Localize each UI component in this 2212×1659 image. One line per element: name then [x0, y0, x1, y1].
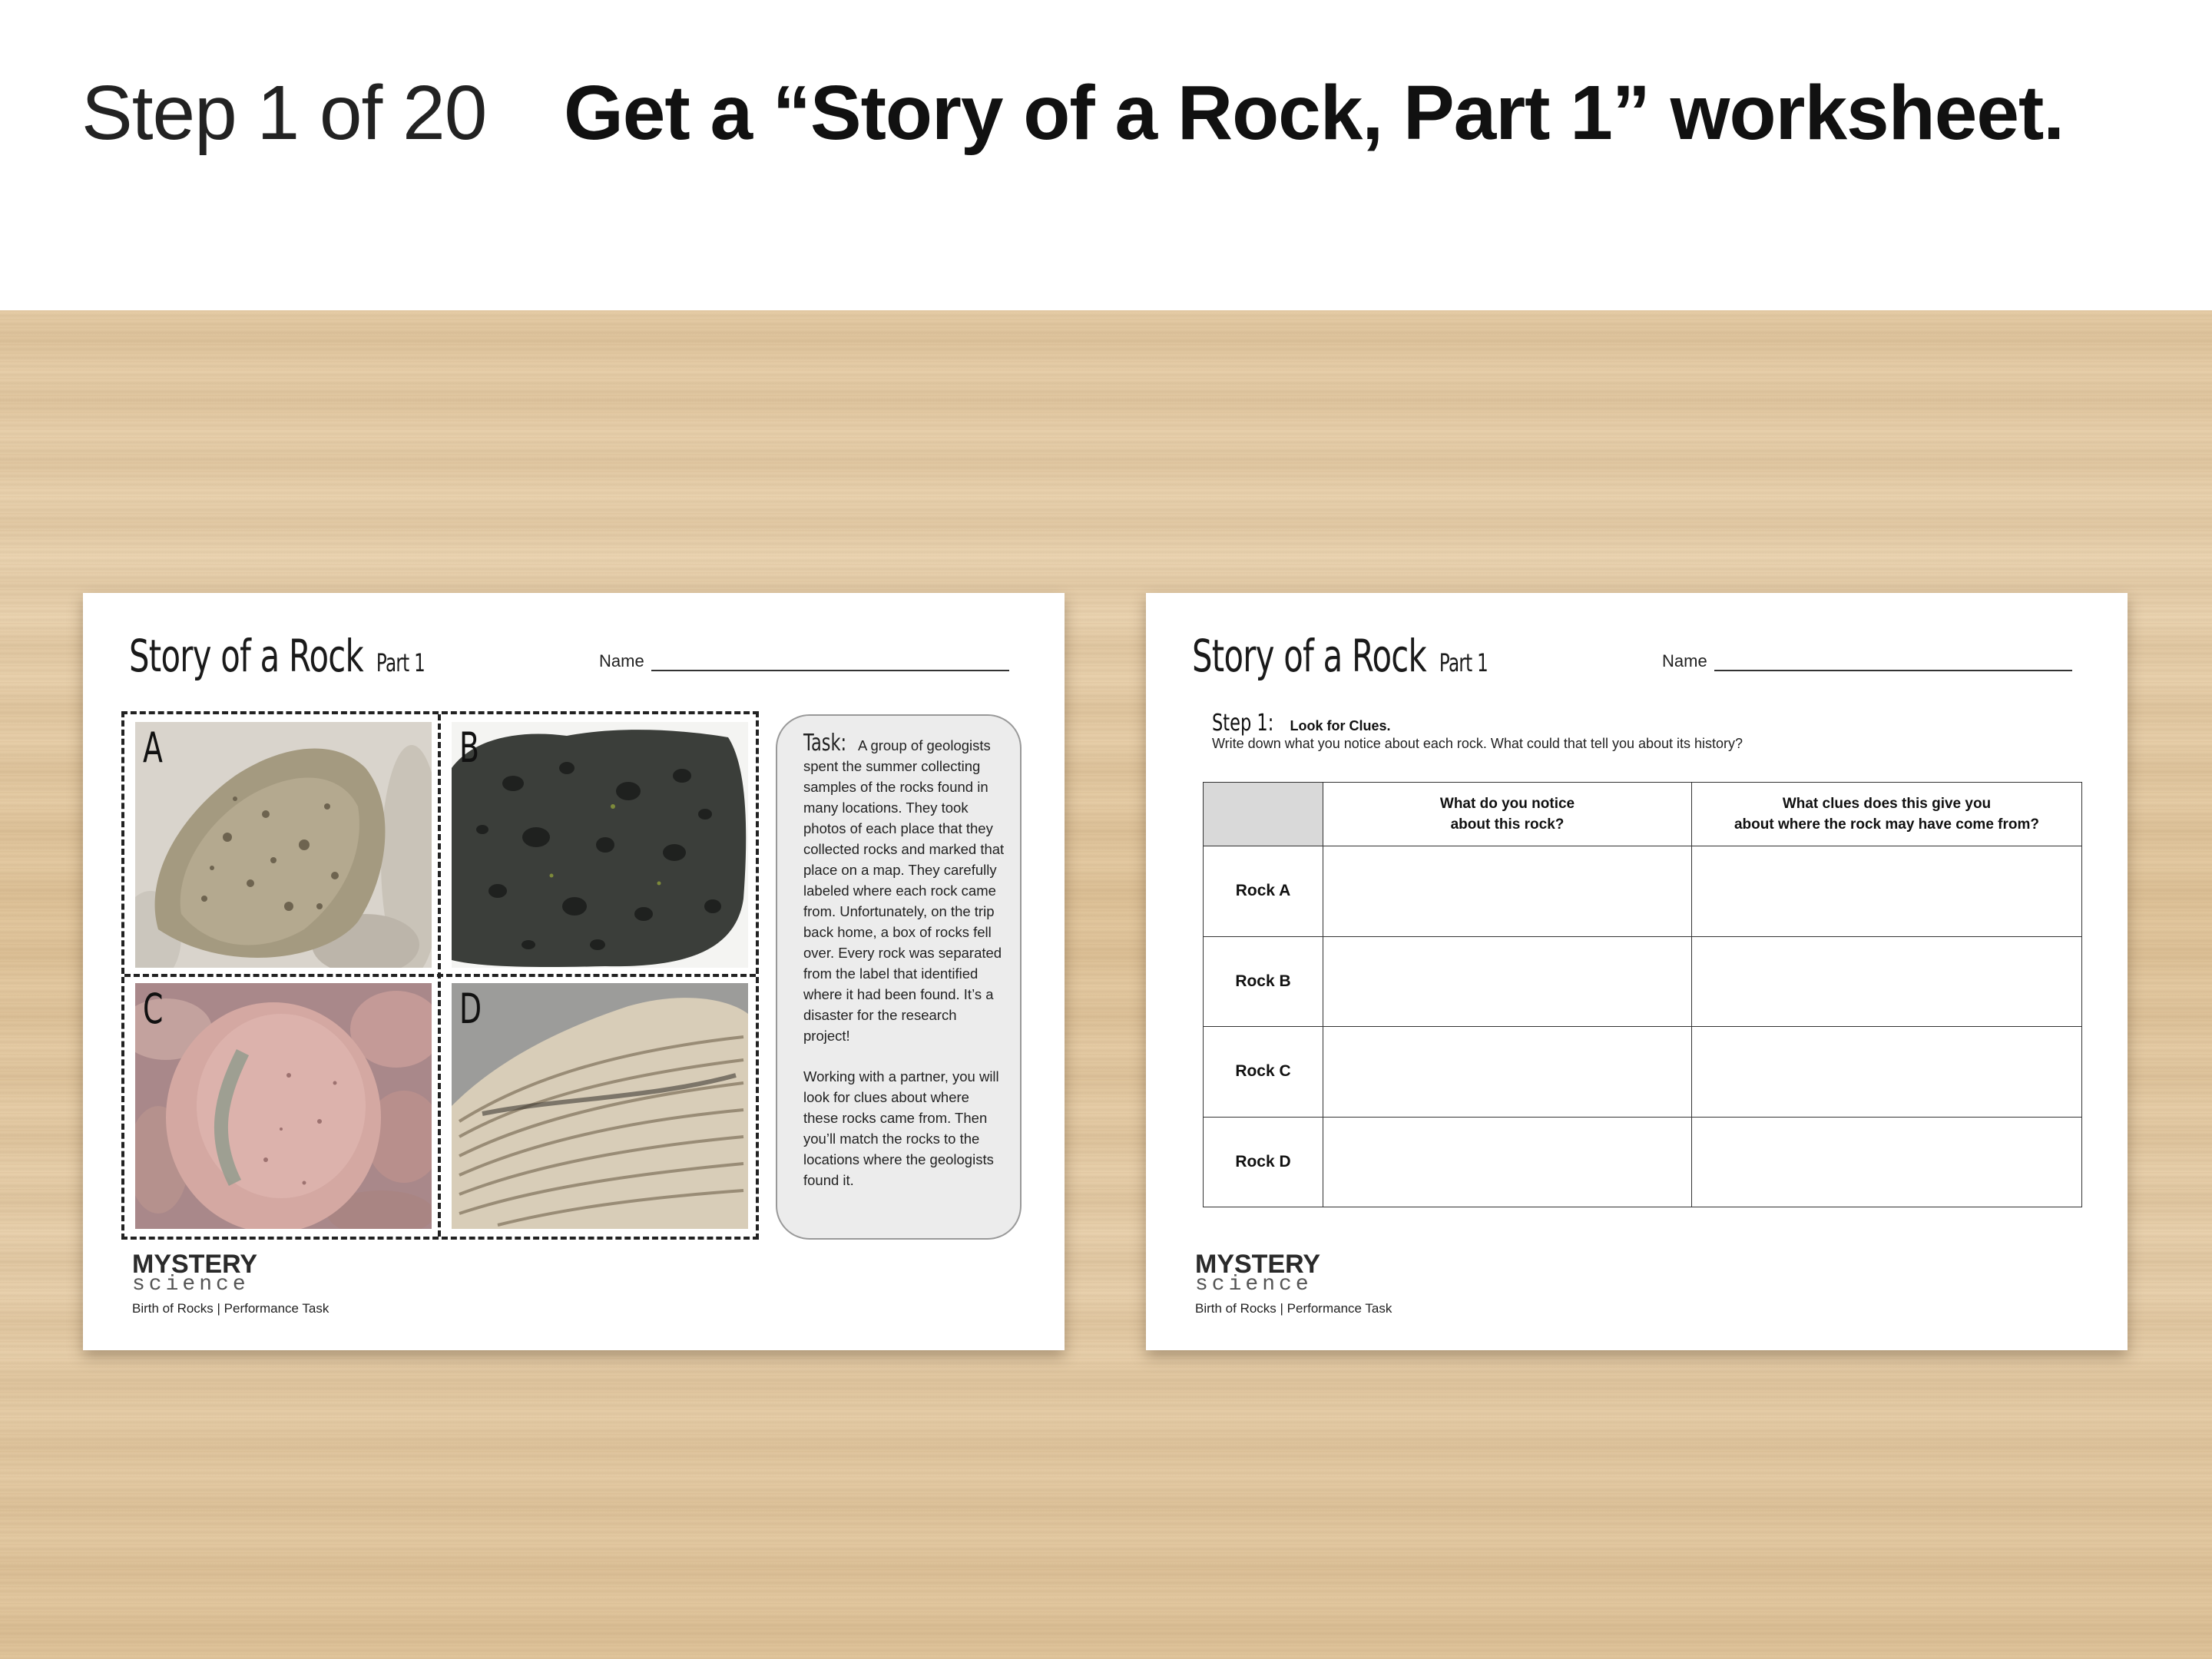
rock-cutout-grid: A B C D — [121, 711, 759, 1240]
logo-science-text: science — [132, 1273, 250, 1296]
step-title: Get a “Story of a Rock, Part 1” workshee… — [564, 70, 2065, 156]
rock-b-photo: B — [452, 722, 748, 968]
rock-letter-c: C — [143, 985, 164, 1033]
name-label: Name — [599, 651, 644, 671]
table-row: Rock C — [1203, 1026, 2082, 1118]
slide-header: Step 1 of 20 Get a “Story of a Rock, Par… — [0, 0, 2212, 310]
answer-cell — [1323, 935, 1692, 1027]
answer-cell — [1691, 846, 2082, 937]
worksheet-title-text: Story of a Rock — [1192, 630, 1427, 682]
name-line — [1714, 670, 2072, 671]
cut-line-horizontal — [124, 974, 756, 977]
column-header-clues-line2: about where the rock may have come from? — [1734, 816, 2039, 833]
worksheet-page-2: Story of a Rock Part 1 Name Step 1: Look… — [1146, 593, 2128, 1350]
task-description-box: Task: A group of geologists spent the su… — [776, 714, 1022, 1240]
task-paragraph-1: A group of geologists spent the summer c… — [803, 737, 1005, 1044]
column-header-notice-line1: What do you notice — [1439, 796, 1575, 812]
step-subheading: Look for Clues. — [1290, 718, 1391, 733]
worksheet-page-1: Story of a Rock Part 1 Name A B C D Task… — [83, 593, 1065, 1350]
answer-cell — [1691, 1116, 2082, 1207]
task-heading: Task: — [803, 730, 847, 757]
worksheet-title-part: Part 1 — [376, 648, 426, 677]
rock-d-photo: D — [452, 983, 748, 1229]
table-row: Rock B — [1203, 935, 2082, 1027]
worksheet-title-text: Story of a Rock — [129, 630, 364, 682]
logo-science-text: science — [1195, 1273, 1313, 1296]
clues-table: What do you notice about this rock? What… — [1203, 782, 2082, 1207]
step-counter: Step 1 of 20 — [81, 70, 487, 156]
column-header-clues-line1: What clues does this give you — [1782, 796, 1992, 812]
name-label: Name — [1662, 651, 1707, 671]
rock-c-photo: C — [135, 983, 432, 1229]
row-label-rock-c: Rock C — [1203, 1026, 1323, 1118]
column-header-clues: What clues does this give you about wher… — [1691, 782, 2082, 846]
worksheet-title: Story of a Rock Part 1 — [1192, 630, 1488, 682]
answer-cell — [1323, 1026, 1692, 1118]
row-label-rock-a: Rock A — [1203, 846, 1323, 937]
table-header-row: What do you notice about this rock? What… — [1203, 782, 2082, 846]
step-instruction: Write down what you notice about each ro… — [1212, 736, 1743, 751]
rock-letter-a: A — [143, 724, 163, 772]
worksheet-footer: Birth of Rocks | Performance Task — [132, 1301, 329, 1316]
row-label-rock-d: Rock D — [1203, 1116, 1323, 1207]
step-heading: Step 1: Look for Clues. — [1212, 710, 1391, 737]
task-paragraph-2: Working with a partner, you will look fo… — [803, 1068, 999, 1188]
table-corner-cell — [1203, 782, 1323, 846]
column-header-notice-line2: about this rock? — [1450, 816, 1565, 833]
answer-cell — [1691, 1026, 2082, 1118]
answer-cell — [1691, 935, 2082, 1027]
answer-cell — [1323, 1116, 1692, 1207]
worksheet-title-part: Part 1 — [1439, 648, 1488, 677]
worksheet-title: Story of a Rock Part 1 — [129, 630, 426, 682]
row-label-rock-b: Rock B — [1203, 935, 1323, 1027]
answer-cell — [1323, 846, 1692, 937]
rock-letter-b: B — [459, 724, 479, 772]
mystery-science-logo: MYSTERY science — [132, 1251, 257, 1296]
name-line — [651, 670, 1009, 671]
table-row: Rock D — [1203, 1116, 2082, 1207]
column-header-notice: What do you notice about this rock? — [1323, 782, 1692, 846]
table-row: Rock A — [1203, 846, 2082, 937]
worksheet-footer: Birth of Rocks | Performance Task — [1195, 1301, 1392, 1316]
rock-a-photo: A — [135, 722, 432, 968]
mystery-science-logo: MYSTERY science — [1195, 1251, 1320, 1296]
step-heading-label: Step 1: — [1212, 710, 1274, 737]
rock-letter-d: D — [459, 985, 482, 1033]
